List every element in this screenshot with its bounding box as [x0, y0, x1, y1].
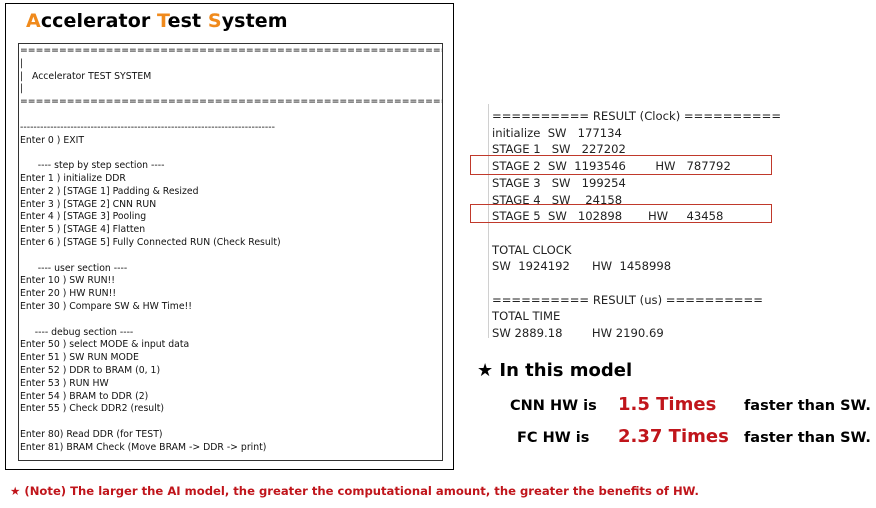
console-line: Enter 6 ) [STAGE 5] Fully Connected RUN …: [20, 236, 281, 248]
result-line: ========== RESULT (us) ==========: [492, 292, 763, 307]
console-line: Enter 1 ) initialize DDR: [20, 172, 126, 184]
console-line: Enter 20 ) HW RUN!!: [20, 288, 117, 300]
console-line: Enter 5 ) [STAGE 4] Flatten: [20, 224, 146, 236]
footer-note: ★ (Note) The larger the AI model, the gr…: [10, 484, 699, 498]
result-line: SW 1924192 HW 1458998: [492, 259, 672, 274]
console-line: Enter 55 ) Check DDR2 (result): [20, 403, 165, 415]
console-line: ========================================…: [20, 45, 442, 56]
console-line: ---- step by step section ----: [20, 160, 165, 172]
console-line: Enter 10 ) SW RUN!!: [20, 275, 115, 287]
cnn-label: CNN HW is: [510, 398, 597, 414]
result-line: initialize SW 177134: [492, 125, 622, 140]
result-line: ========== RESULT (Clock) ==========: [492, 109, 782, 123]
console-line: Enter 80) Read DDR (for TEST): [20, 428, 163, 440]
title-word-accelerator: ccelerator: [40, 10, 158, 32]
cnn-comparison-row: CNN HW is 1.5 Times faster than SW.: [510, 394, 871, 418]
console-line: ========================================…: [20, 96, 442, 108]
result-line: STAGE 3 SW 199254: [492, 175, 626, 190]
fc-label: FC HW is: [517, 430, 590, 446]
fc-speedup-value: 2.37 Times: [618, 426, 729, 447]
console-output: ========================================…: [20, 45, 442, 455]
console-line: Enter 4 ) [STAGE 3] Pooling: [20, 211, 147, 223]
result-output: ========== RESULT (Clock) ========== ini…: [492, 108, 781, 342]
console-line: |: [20, 83, 24, 95]
title-word-test: est: [167, 10, 208, 32]
console-line: Enter 2 ) [STAGE 1] Padding & Resized: [20, 185, 199, 197]
page-title: Accelerator Test System: [26, 10, 288, 32]
title-letter-s: S: [207, 10, 222, 32]
console-line: Enter 51 ) SW RUN MODE: [20, 352, 139, 364]
cnn-tail-text: faster than SW.: [744, 398, 871, 414]
stage5-highlight-box: [470, 204, 772, 223]
console-window[interactable]: ========================================…: [18, 43, 443, 461]
console-line: ---- user section ----: [20, 262, 128, 274]
console-line: Enter 53 ) RUN HW: [20, 377, 109, 389]
console-line: ---- debug section ----: [20, 326, 134, 338]
console-line: Enter 52 ) DDR to BRAM (0, 1): [20, 364, 161, 376]
console-line: Enter 0 ) EXIT: [20, 134, 85, 146]
result-panel: ========== RESULT (Clock) ========== ini…: [470, 104, 781, 342]
console-line: |: [20, 57, 24, 69]
console-line: | Accelerator TEST SYSTEM: [20, 70, 152, 82]
title-letter-a: A: [26, 10, 41, 32]
fc-tail-text: faster than SW.: [744, 430, 871, 446]
cnn-speedup-value: 1.5 Times: [618, 394, 717, 415]
result-line: TOTAL TIME: [492, 309, 561, 324]
title-letter-t: T: [157, 10, 168, 32]
console-line: Enter 3 ) [STAGE 2] CNN RUN: [20, 198, 157, 210]
console-line: Enter 81) BRAM Check (Move BRAM -> DDR -…: [20, 441, 267, 453]
result-line: TOTAL CLOCK: [492, 242, 572, 257]
console-line: ----------------------------------------…: [20, 121, 275, 133]
console-line: Enter 50 ) select MODE & input data: [20, 339, 190, 351]
console-line: Enter 30 ) Compare SW & HW Time!!: [20, 300, 193, 312]
stage2-highlight-box: [470, 155, 772, 175]
model-heading: ★ In this model: [477, 360, 633, 381]
console-line: Enter 54 ) BRAM to DDR (2): [20, 390, 149, 402]
title-word-system: ystem: [221, 10, 288, 32]
result-line: SW 2889.18 HW 2190.69: [492, 326, 664, 341]
fc-comparison-row: FC HW is 2.37 Times faster than SW.: [510, 426, 871, 450]
